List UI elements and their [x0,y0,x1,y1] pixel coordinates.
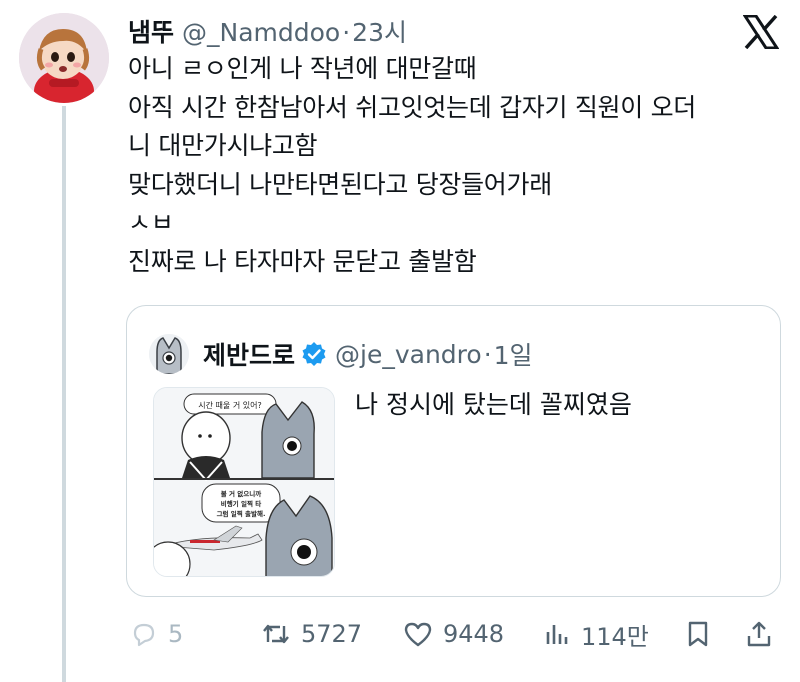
like-count: 9448 [443,620,505,648]
media-bubble-line: 비행기 일찍 타 [221,499,261,508]
quote-handle[interactable]: @je_vandro [335,340,482,369]
tweet-line: 아니 ㄹㅇ인게 나 작년에 대만갈때 [128,54,477,83]
views-button[interactable]: 114만 [543,612,649,656]
quote-text: 나 정시에 탔는데 꼴찌였음 [355,390,632,419]
author-avatar[interactable] [19,13,109,103]
repost-button[interactable]: 5727 [261,612,362,656]
separator-dot: · [483,339,492,369]
x-logo-icon[interactable] [742,14,780,50]
bookmark-button[interactable] [685,612,711,656]
views-icon [543,620,571,648]
share-button[interactable] [745,612,773,656]
tweet-action-bar: 5 5727 9448 114만 [128,612,788,656]
reply-icon [130,620,158,648]
bookmark-icon [685,620,711,648]
reply-button[interactable]: 5 [130,612,183,656]
quote-header: 제반드로 @je_vandro · 1일 [149,334,533,374]
share-icon [745,620,773,648]
author-display-name[interactable]: 냄뚜 [128,13,174,49]
media-bubble-top: 시간 때울 거 있어? [198,400,261,410]
quote-display-name[interactable]: 제반드로 [203,336,295,372]
tweet-timestamp[interactable]: 23시 [352,13,407,49]
heart-icon [403,620,433,648]
separator-dot: · [342,18,351,47]
tweet-line: ㅅㅂ [128,208,174,237]
media-bubble-line: 그럼 일찍 출발해. [217,509,266,518]
quote-media-image[interactable]: 시간 때울 거 있어? 볼 거 없으니까 비행기 일찍 타 그럼 일찍 출발해. [153,387,335,577]
tweet-line: 진짜로 나 타자마자 문닫고 출발함 [128,246,477,276]
tweet-text: 아니 ㄹㅇ인게 나 작년에 대만갈때 아직 시간 한참남아서 쉬고잇엇는데 갑자… [128,50,788,281]
quote-tweet-card[interactable]: 제반드로 @je_vandro · 1일 시간 때울 거 있어? 볼 거 없으니… [126,305,781,597]
like-button[interactable]: 9448 [403,612,504,656]
tweet-line: 니 대만가시냐고함 [128,131,318,160]
reply-count: 5 [168,620,184,648]
views-count: 114만 [581,622,649,651]
verified-badge-icon [301,341,327,367]
quote-timestamp[interactable]: 1일 [494,336,533,372]
tweet-line: 맞다했더니 나만타면된다고 당장들어가래 [128,169,552,199]
thread-line [62,106,66,682]
quote-avatar[interactable] [149,334,189,374]
repost-count: 5727 [301,620,363,648]
media-bubble-line: 볼 거 없으니까 [221,489,261,498]
tweet-header: 냄뚜 @_Namddoo · 23시 [128,13,407,49]
tweet-line: 아직 시간 한참남아서 쉬고잇엇는데 갑자기 직원이 오더 [128,92,696,122]
repost-icon [261,620,291,648]
author-handle[interactable]: @_Namddoo [182,18,340,47]
